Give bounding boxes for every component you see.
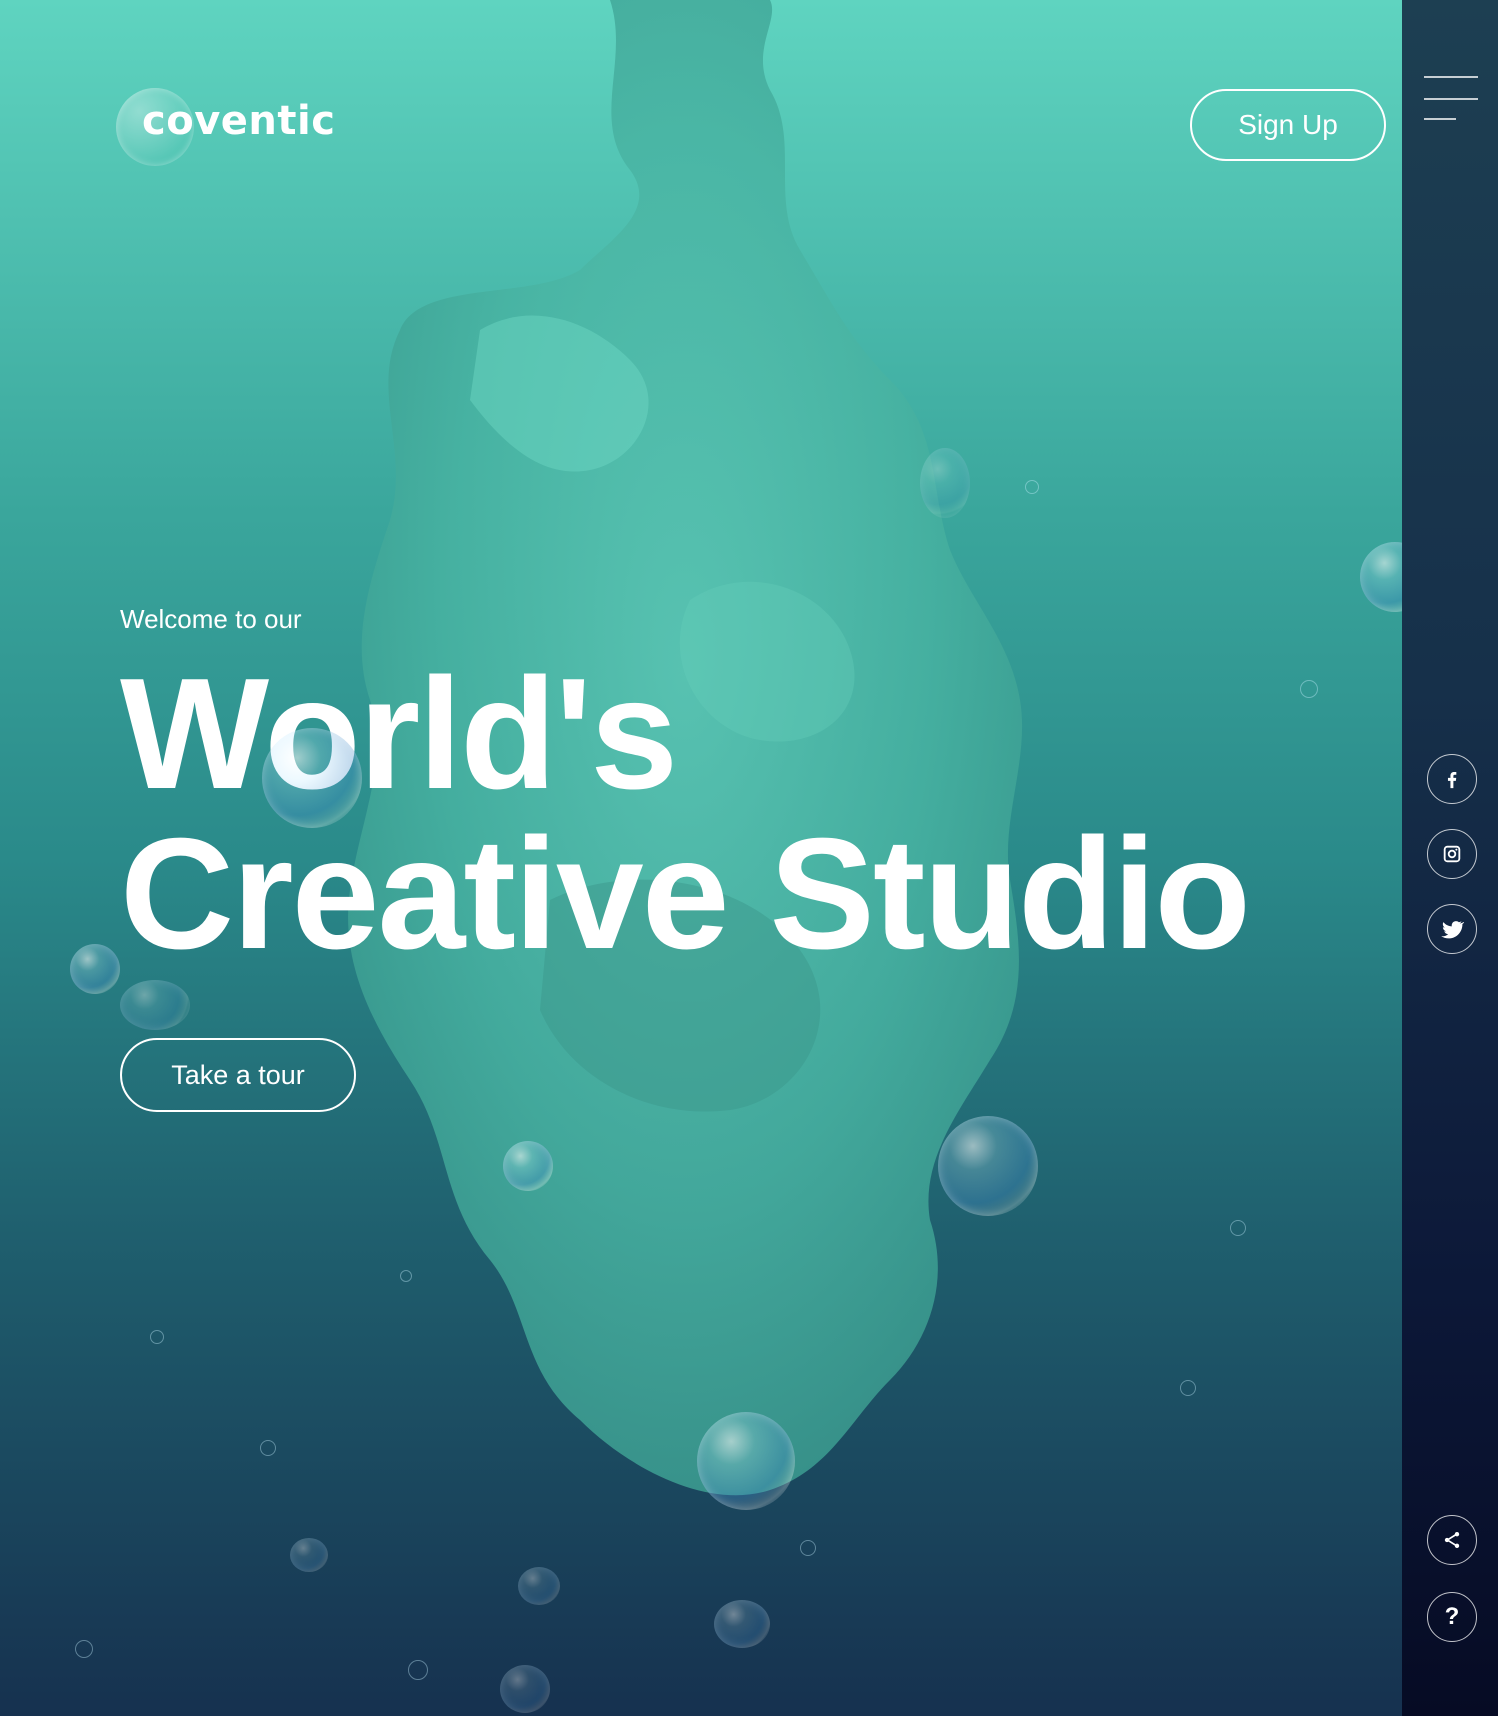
micro-bubble	[400, 1270, 412, 1282]
hero-welcome-text: Welcome to our	[120, 604, 302, 634]
micro-bubble	[75, 1640, 93, 1658]
twitter-icon[interactable]	[1427, 904, 1477, 954]
signup-button[interactable]: Sign Up	[1190, 89, 1386, 161]
micro-bubble	[800, 1540, 816, 1556]
take-tour-button[interactable]: Take a tour	[120, 1038, 356, 1112]
bubble-decoration	[518, 1567, 560, 1605]
bubble-decoration	[503, 1141, 553, 1191]
bubble-decoration	[500, 1665, 550, 1713]
instagram-icon[interactable]	[1427, 829, 1477, 879]
brand-logo[interactable]: coventic	[142, 98, 335, 144]
micro-bubble	[1180, 1380, 1196, 1396]
bubble-decoration	[262, 728, 362, 828]
micro-bubble	[1300, 680, 1318, 698]
micro-bubble	[1025, 480, 1039, 494]
bubble-decoration	[714, 1600, 770, 1648]
bubble-decoration	[697, 1412, 795, 1510]
bubble-decoration	[70, 944, 120, 994]
bubble-decoration	[920, 448, 970, 518]
hamburger-menu-icon[interactable]	[1424, 76, 1478, 124]
micro-bubble	[1230, 1220, 1246, 1236]
bubble-decoration	[120, 980, 190, 1030]
facebook-icon[interactable]	[1427, 754, 1477, 804]
headline-line-2: Creative Studio	[120, 806, 1251, 982]
micro-bubble	[150, 1330, 164, 1344]
micro-bubble	[260, 1440, 276, 1456]
bubble-decoration	[938, 1116, 1038, 1216]
bubble-decoration	[290, 1538, 328, 1572]
share-icon[interactable]	[1427, 1515, 1477, 1565]
micro-bubble	[408, 1660, 428, 1680]
help-icon[interactable]: ?	[1427, 1592, 1477, 1642]
